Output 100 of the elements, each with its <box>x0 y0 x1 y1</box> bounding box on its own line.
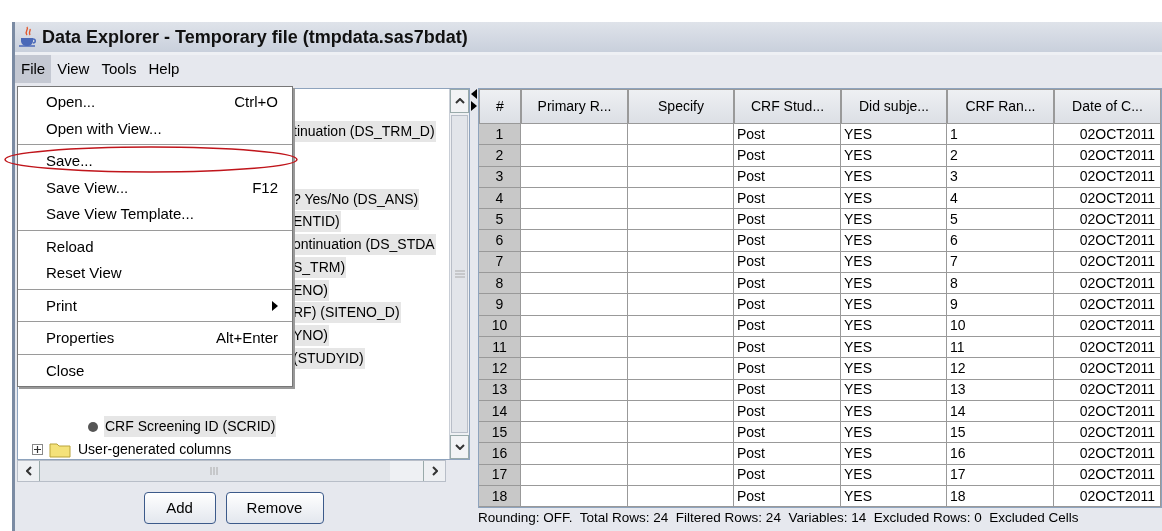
scroll-up-icon <box>454 98 465 104</box>
table-cell: 10 <box>947 315 1054 337</box>
table-cell: Post <box>734 230 841 252</box>
menu-bar-item[interactable]: View <box>51 55 96 83</box>
bullet-icon <box>88 421 98 432</box>
grip-icon[interactable] <box>454 270 465 278</box>
column-header[interactable]: Specify <box>628 89 734 124</box>
grip-icon[interactable] <box>210 467 220 475</box>
table-cell: 8 <box>947 273 1054 295</box>
row-number: 3 <box>479 166 521 188</box>
horizontal-scrollbar[interactable] <box>17 460 446 482</box>
scroll-down-icon <box>454 444 465 450</box>
menu-item[interactable]: Open with View... <box>18 115 292 142</box>
submenu-arrow-icon <box>272 300 278 311</box>
column-header[interactable]: # <box>479 89 521 124</box>
menu-item[interactable]: Open... Ctrl+O <box>18 89 292 116</box>
table-cell: Post <box>734 443 841 465</box>
table-cell: YES <box>841 464 947 487</box>
table-cell: 02OCT2011 <box>1054 145 1161 167</box>
tree-item[interactable]: S_TRM) <box>292 256 347 278</box>
table-cell: 02OCT2011 <box>1054 209 1161 231</box>
table-cell: YES <box>841 251 947 274</box>
table-cell: 02OCT2011 <box>1054 400 1161 423</box>
table-cell: YES <box>841 124 947 146</box>
table-cell: Post <box>734 273 841 295</box>
row-number: 12 <box>479 358 521 380</box>
tree-item[interactable]: (STUDYID) <box>292 347 365 369</box>
table-cell: 02OCT2011 <box>1054 379 1161 401</box>
table-cell: 7 <box>947 251 1054 274</box>
row-number: 7 <box>479 251 521 274</box>
table-cell: YES <box>841 358 947 380</box>
table-cell: Post <box>734 315 841 337</box>
table-cell: YES <box>841 209 947 231</box>
table-cell: Post <box>734 187 841 210</box>
action-button[interactable]: Remove <box>225 492 324 524</box>
table-cell: Post <box>734 400 841 423</box>
table-cell: Post <box>734 422 841 444</box>
tree-item[interactable]: CRF Screening ID (SCRID) <box>104 416 277 438</box>
column-header[interactable]: Primary R... <box>521 89 628 124</box>
table-cell: 02OCT2011 <box>1054 358 1161 380</box>
table-cell: Post <box>734 166 841 188</box>
table-cell: 14 <box>947 400 1054 423</box>
tree-item[interactable]: User-generated columns <box>77 438 233 459</box>
menu-item[interactable]: Save View Template... <box>18 201 292 228</box>
table-cell: Post <box>734 124 841 146</box>
menu-bar-item[interactable]: File <box>15 55 52 83</box>
menu-bar-item[interactable]: Tools <box>95 55 143 83</box>
table-cell: 02OCT2011 <box>1054 443 1161 465</box>
status-text: Rounding: OFF. Total Rows: 24 Filtered Rows: 24 Variables: 14 Excluded Rows: 0 Excluded Cells <box>478 509 1079 528</box>
column-header[interactable]: CRF Ran... <box>947 89 1054 124</box>
row-number: 4 <box>479 187 521 210</box>
row-number: 14 <box>479 400 521 423</box>
row-number: 10 <box>479 315 521 337</box>
table-cell: Post <box>734 294 841 316</box>
table-cell: 02OCT2011 <box>1054 422 1161 444</box>
row-number: 2 <box>479 145 521 167</box>
table-cell: 9 <box>947 294 1054 316</box>
folder-icon <box>49 440 71 458</box>
table-cell: 13 <box>947 379 1054 401</box>
table-cell: Post <box>734 251 841 274</box>
column-header[interactable]: Did subje... <box>841 89 947 124</box>
table-cell: 12 <box>947 358 1054 380</box>
table-cell: YES <box>841 486 947 508</box>
table-cell: YES <box>841 379 947 401</box>
table-cell: Post <box>734 379 841 401</box>
expand-icon[interactable] <box>32 443 43 455</box>
menu-item[interactable]: Close <box>18 357 292 384</box>
table-cell: YES <box>841 315 947 337</box>
table-cell: 02OCT2011 <box>1054 486 1161 508</box>
menu-item[interactable]: Print <box>18 292 292 319</box>
coffee-cup-icon <box>18 26 38 48</box>
scroll-left-icon <box>25 466 32 476</box>
table-cell: Post <box>734 336 841 359</box>
table-cell: 3 <box>947 166 1054 188</box>
vertical-scrollbar[interactable] <box>449 89 469 459</box>
table-cell: 6 <box>947 230 1054 252</box>
menu-item[interactable]: Reload <box>18 233 292 260</box>
row-number: 16 <box>479 443 521 465</box>
table-cell: 02OCT2011 <box>1054 187 1161 210</box>
table-cell: 15 <box>947 422 1054 444</box>
table-cell: 02OCT2011 <box>1054 124 1161 146</box>
table-cell: YES <box>841 400 947 423</box>
tree-item[interactable]: ontinuation (DS_STDA <box>292 234 436 256</box>
table-cell: 02OCT2011 <box>1054 336 1161 359</box>
menu-bar-item[interactable]: Help <box>142 55 186 83</box>
table-cell: 02OCT2011 <box>1054 273 1161 295</box>
menu-item[interactable]: Properties Alt+Enter <box>18 325 292 352</box>
column-header[interactable]: CRF Stud... <box>734 89 841 124</box>
column-header[interactable]: Date of C... <box>1054 89 1161 124</box>
table-cell: 02OCT2011 <box>1054 166 1161 188</box>
table-cell: 5 <box>947 209 1054 231</box>
table-cell: YES <box>841 443 947 465</box>
table-cell: YES <box>841 294 947 316</box>
row-number: 1 <box>479 124 521 146</box>
table-cell: Post <box>734 464 841 487</box>
menu-item[interactable]: Reset View <box>18 260 292 287</box>
row-number: 11 <box>479 336 521 359</box>
menu-item[interactable]: Save View... F12 <box>18 174 292 201</box>
table-cell: 4 <box>947 187 1054 210</box>
action-button[interactable]: Add <box>143 492 216 524</box>
